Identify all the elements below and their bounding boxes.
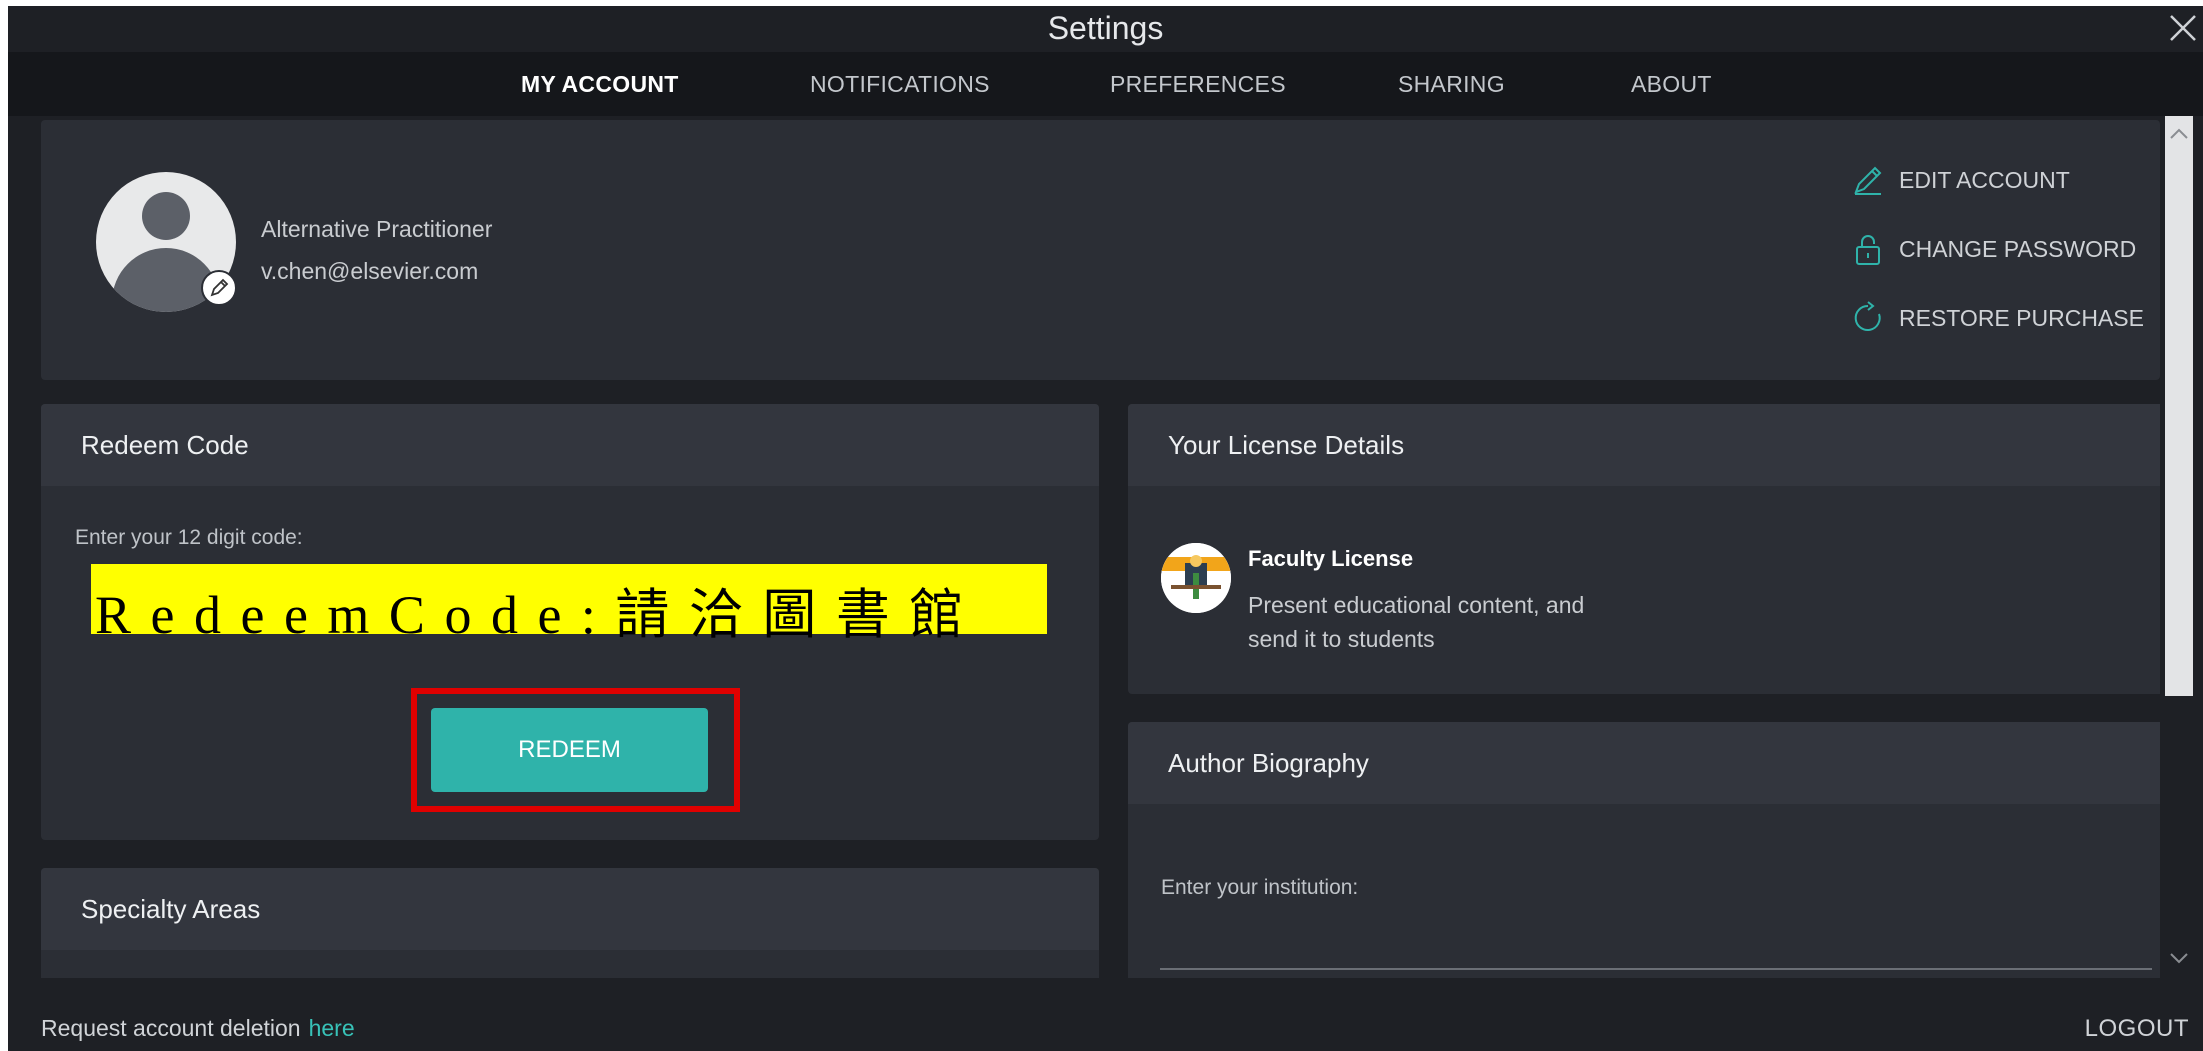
account-deletion-text: Request account deletion here [41, 1015, 355, 1042]
specialty-panel: Specialty Areas [41, 868, 1099, 978]
license-title: Faculty License [1248, 546, 1414, 571]
license-header-title: Your License Details [1168, 430, 1405, 460]
redeem-code-input[interactable]: R e d e e m C o d e : 請 洽 圖 書 館 [91, 564, 1047, 645]
change-password-label: CHANGE PASSWORD [1899, 235, 2137, 262]
close-icon[interactable] [2165, 10, 2201, 46]
change-password-button[interactable]: CHANGE PASSWORD [1851, 229, 2136, 269]
specialty-header: Specialty Areas [41, 868, 1099, 950]
tab-my-account[interactable]: MY ACCOUNT [521, 71, 679, 98]
tab-notifications[interactable]: NOTIFICATIONS [810, 71, 990, 98]
redeem-code-value: R e d e e m C o d e : 請 洽 圖 書 館 [95, 585, 967, 645]
redeem-button[interactable]: REDEEM [431, 708, 708, 792]
author-bio-header-title: Author Biography [1168, 748, 1369, 778]
edit-account-label: EDIT ACCOUNT [1899, 166, 2070, 193]
account-deletion-label: Request account deletion [41, 1015, 301, 1041]
tab-preferences[interactable]: PREFERENCES [1110, 71, 1286, 98]
logout-button[interactable]: LOGOUT [2085, 1015, 2189, 1043]
tab-about[interactable]: ABOUT [1631, 71, 1712, 98]
institution-label: Enter your institution: [1161, 876, 1359, 899]
account-deletion-link[interactable]: here [309, 1015, 355, 1041]
faculty-license-icon [1161, 543, 1231, 613]
license-header: Your License Details [1128, 404, 2168, 486]
scrollbar[interactable] [2160, 116, 2203, 978]
pencil-icon [1854, 166, 1882, 195]
tab-bar: MY ACCOUNT NOTIFICATIONS PREFERENCES SHA… [8, 52, 2203, 116]
profile-panel: Alternative Practitioner v.chen@elsevier… [41, 120, 2160, 380]
refresh-icon [1854, 301, 1881, 331]
restore-purchase-button[interactable]: RESTORE PURCHASE [1851, 298, 2144, 338]
author-bio-header: Author Biography [1128, 722, 2168, 804]
window-title: Settings [1047, 10, 1164, 46]
author-bio-panel: Author Biography [1128, 722, 2168, 978]
settings-content: Alternative Practitioner v.chen@elsevier… [8, 116, 2203, 978]
scrollbar-thumb[interactable] [2165, 116, 2193, 696]
restore-purchase-label: RESTORE PURCHASE [1899, 304, 2144, 331]
redeem-code-label: Enter your 12 digit code: [75, 526, 303, 549]
redeem-header-title: Redeem Code [81, 430, 249, 460]
tab-sharing[interactable]: SHARING [1398, 71, 1505, 98]
avatar-edit-icon[interactable] [201, 270, 237, 306]
settings-window: Settings MY ACCOUNT NOTIFICATIONS PREFER… [8, 6, 2203, 1051]
lock-icon [1856, 235, 1880, 265]
profile-email: v.chen@elsevier.com [261, 258, 479, 284]
specialty-header-title: Specialty Areas [81, 894, 261, 924]
avatar-head [142, 192, 190, 240]
profile-name: Alternative Practitioner [261, 216, 493, 242]
license-description: Present educational content, and send it… [1248, 592, 1585, 652]
scroll-up-icon[interactable] [2165, 120, 2193, 148]
scroll-down-icon[interactable] [2165, 944, 2193, 972]
institution-input[interactable] [1160, 968, 2152, 970]
title-bar: Settings [8, 6, 2203, 52]
redeem-header: Redeem Code [41, 404, 1099, 486]
edit-account-button[interactable]: EDIT ACCOUNT [1851, 160, 2070, 200]
